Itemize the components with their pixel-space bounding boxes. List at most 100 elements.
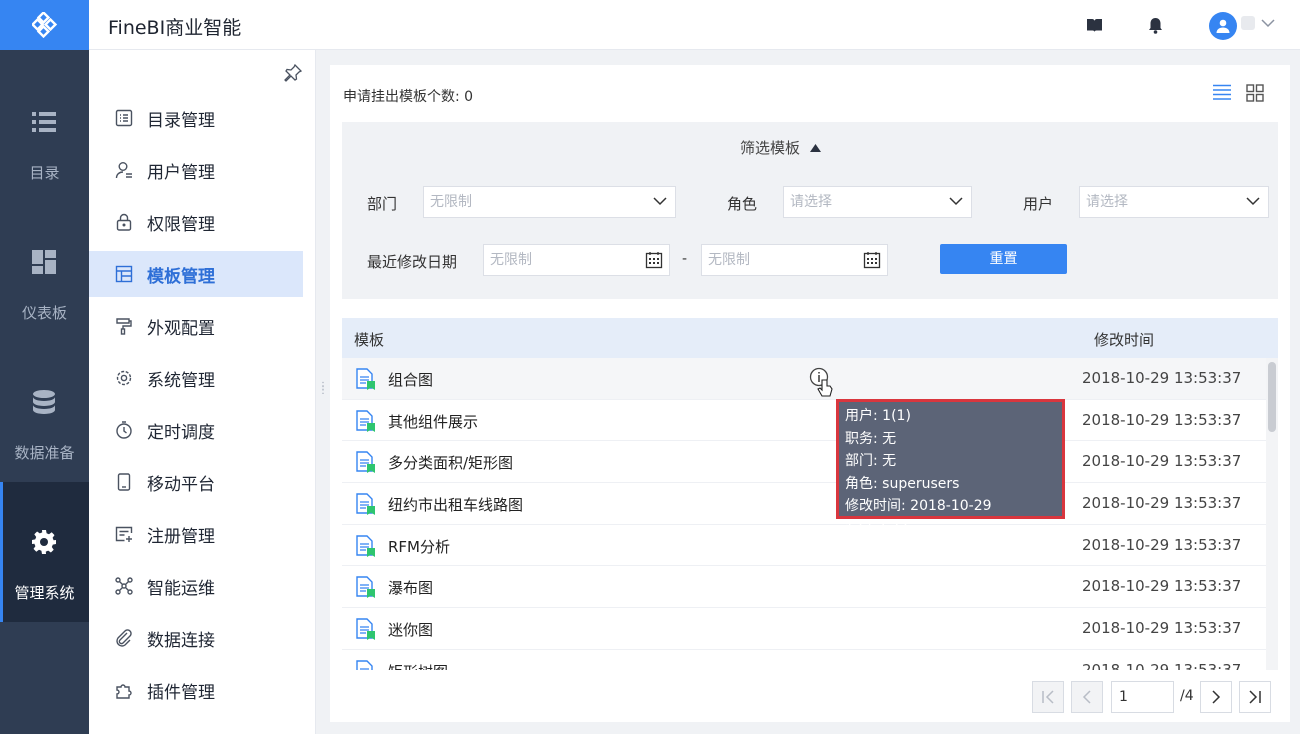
- rail-label: 管理系统: [14, 584, 75, 602]
- subnav-item-mobile[interactable]: 移动平台: [89, 459, 303, 505]
- chevron-down-icon[interactable]: [1261, 18, 1275, 28]
- user-label: 用户: [1023, 195, 1054, 213]
- template-name: 瀑布图: [388, 579, 434, 598]
- subnav-item-schedule[interactable]: 定时调度: [89, 407, 303, 453]
- rail-item-catalog[interactable]: 目录: [0, 62, 89, 202]
- table-row[interactable]: 纽约市出租车线路图 2018-10-29 13:53:37: [342, 483, 1266, 525]
- subnav-item-templates[interactable]: 模板管理: [89, 251, 303, 297]
- resize-handle[interactable]: ⋮ ⋮: [318, 382, 328, 396]
- user-icon: [114, 160, 134, 180]
- filter-toggle[interactable]: 筛选模板: [740, 137, 822, 158]
- app-title: FineBI商业智能: [108, 17, 242, 39]
- table-row[interactable]: 其他组件展示 2018-10-29 13:53:37: [342, 400, 1266, 442]
- register-icon: [114, 524, 134, 544]
- bell-icon[interactable]: [1146, 16, 1164, 34]
- table-row[interactable]: 组合图 2018-10-29 13:53:37: [342, 358, 1266, 400]
- subnav-item-appearance[interactable]: 外观配置: [89, 303, 303, 349]
- subnav-label: 用户管理: [147, 162, 215, 183]
- lock-icon: [114, 212, 134, 232]
- template-name: 多分类面积/矩形图: [388, 454, 514, 473]
- main-rail: 目录 仪表板 数据准备 管理系统: [0, 50, 89, 734]
- first-page-button[interactable]: [1032, 681, 1064, 713]
- subnav-item-plugins[interactable]: 插件管理: [89, 667, 303, 713]
- template-name: RFM分析: [388, 537, 450, 556]
- subnav-label: 插件管理: [147, 682, 215, 703]
- rail-item-dashboard[interactable]: 仪表板: [0, 202, 89, 342]
- table-row[interactable]: 矩形树图 2018-10-29 13:53:37: [342, 650, 1266, 670]
- top-bar: FineBI商业智能: [89, 0, 1300, 50]
- file-template-icon: [356, 660, 373, 670]
- tooltip-user: 用户: 1(1): [845, 408, 911, 424]
- role-placeholder: 请选择: [790, 194, 832, 210]
- modified-time: 2018-10-29 13:53:37: [1082, 577, 1242, 596]
- department-select[interactable]: 无限制: [423, 186, 676, 218]
- user-select[interactable]: 请选择: [1079, 186, 1269, 218]
- grid-view-icon[interactable]: [1246, 84, 1264, 102]
- file-template-icon: [356, 535, 375, 557]
- template-name: 迷你图: [388, 621, 434, 640]
- date-from-input[interactable]: 无限制: [483, 244, 670, 276]
- info-icon[interactable]: [808, 367, 836, 399]
- mobile-icon: [114, 472, 134, 492]
- template-name: 矩形树图: [388, 661, 448, 670]
- role-label: 角色: [727, 195, 758, 213]
- subnav-item-ops[interactable]: 智能运维: [89, 563, 303, 609]
- template-name: 组合图: [388, 371, 434, 389]
- avatar[interactable]: [1209, 12, 1237, 40]
- pin-icon[interactable]: [284, 64, 302, 82]
- subnav-item-register[interactable]: 注册管理: [89, 511, 303, 557]
- calendar-icon[interactable]: [645, 251, 663, 269]
- plugin-icon: [114, 680, 134, 700]
- file-template-icon: [356, 618, 375, 641]
- username-placeholder[interactable]: [1241, 16, 1255, 30]
- last-page-button[interactable]: [1239, 681, 1271, 713]
- date-label: 最近修改日期: [367, 253, 458, 271]
- first-page-icon: [1042, 690, 1054, 704]
- calendar-icon[interactable]: [863, 251, 881, 269]
- rail-item-admin[interactable]: 管理系统: [0, 482, 89, 622]
- modified-time: 2018-10-29 13:53:37: [1082, 619, 1242, 638]
- logo-icon: [31, 12, 57, 38]
- modified-time: 2018-10-29 13:53:37: [1082, 410, 1242, 429]
- subnav-item-system[interactable]: 系统管理: [89, 355, 303, 401]
- modified-time: 2018-10-29 13:53:37: [1082, 660, 1242, 670]
- table-row[interactable]: RFM分析 2018-10-29 13:53:37: [342, 525, 1266, 567]
- subnav-label: 模板管理: [147, 266, 215, 287]
- app-logo[interactable]: [0, 0, 89, 50]
- ops-icon: [114, 576, 134, 596]
- subnav-item-permissions[interactable]: 权限管理: [89, 199, 303, 245]
- modified-time: 2018-10-29 13:53:37: [1082, 452, 1242, 471]
- next-page-button[interactable]: [1200, 681, 1232, 713]
- help-book-icon[interactable]: [1085, 16, 1103, 34]
- filter-area: 筛选模板 部门 无限制 角色 请选择 用户 请选择 最近修改日期 无限制 - 无…: [342, 122, 1278, 299]
- rail-label: 数据准备: [14, 444, 75, 462]
- date-to-input[interactable]: 无限制: [701, 244, 888, 276]
- tooltip-post: 职务: 无: [845, 430, 897, 447]
- modified-time: 2018-10-29 13:53:37: [1082, 369, 1242, 387]
- rail-item-data-prep[interactable]: 数据准备: [0, 342, 89, 482]
- file-template-icon: [356, 368, 375, 390]
- role-select[interactable]: 请选择: [783, 186, 972, 218]
- vertical-scrollbar[interactable]: [1266, 358, 1278, 670]
- triangle-up-icon: [810, 143, 822, 152]
- reset-button[interactable]: 重置: [940, 244, 1067, 274]
- page-total: /4: [1180, 688, 1194, 704]
- column-header-template[interactable]: 模板: [354, 329, 384, 350]
- prev-page-button[interactable]: [1071, 681, 1103, 713]
- table-row[interactable]: 多分类面积/矩形图 2018-10-29 13:53:37: [342, 441, 1266, 484]
- file-template-icon: [356, 576, 375, 599]
- scrollbar-thumb[interactable]: [1268, 362, 1276, 432]
- user-placeholder: 请选择: [1086, 194, 1128, 210]
- column-header-modified[interactable]: 修改时间: [1094, 329, 1154, 350]
- table-row[interactable]: 瀑布图 2018-10-29 13:53:37: [342, 566, 1266, 609]
- page-number-input[interactable]: 1: [1111, 681, 1174, 713]
- table-header: 模板 修改时间: [342, 318, 1278, 358]
- subnav-item-users[interactable]: 用户管理: [89, 147, 303, 193]
- list-view-icon[interactable]: [1213, 84, 1231, 100]
- template-icon: [114, 264, 134, 284]
- subnav-item-data-connection[interactable]: 数据连接: [89, 615, 303, 661]
- subnav-item-catalog[interactable]: 目录管理: [89, 95, 303, 141]
- file-template-icon: [356, 409, 375, 432]
- table-row[interactable]: 迷你图 2018-10-29 13:53:37: [342, 608, 1266, 650]
- timer-icon: [114, 420, 134, 440]
